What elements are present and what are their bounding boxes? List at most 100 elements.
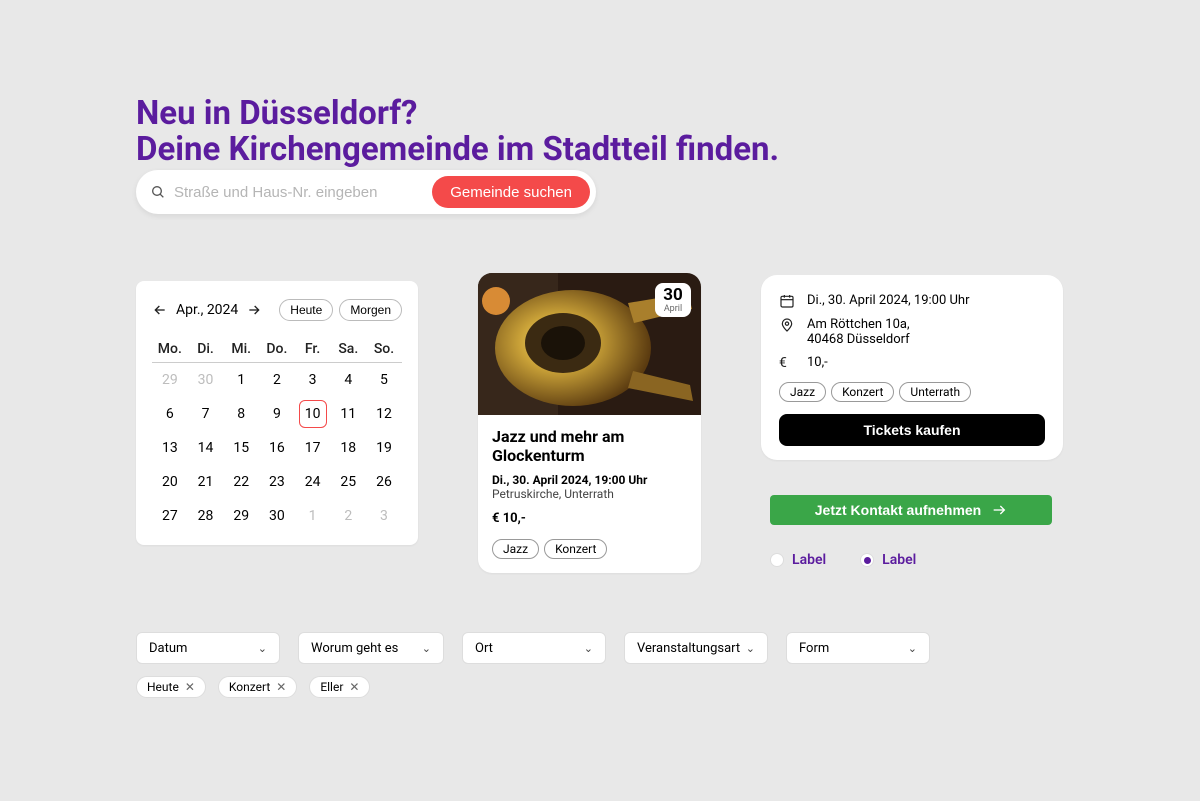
calendar-day[interactable]: 1 xyxy=(223,363,259,397)
filter-select[interactable]: Veranstaltungsart⌄ xyxy=(624,632,768,664)
event-date-badge: 30 April xyxy=(655,283,691,317)
radio-group: Label Label xyxy=(770,552,916,568)
calendar-day[interactable]: 2 xyxy=(330,499,366,533)
headline-line-1: Neu in Düsseldorf? xyxy=(136,96,779,132)
calendar-day[interactable]: 16 xyxy=(259,431,295,465)
calendar-day[interactable]: 10 xyxy=(295,397,331,431)
page-headline: Neu in Düsseldorf? Deine Kirchengemeinde… xyxy=(136,96,779,169)
calendar-day[interactable]: 17 xyxy=(295,431,331,465)
calendar-day[interactable]: 15 xyxy=(223,431,259,465)
calendar-day[interactable]: 3 xyxy=(366,499,402,533)
filter-chip[interactable]: Eller✕ xyxy=(309,676,370,698)
calendar-day[interactable]: 14 xyxy=(188,431,224,465)
weekday-header: Di. xyxy=(188,335,224,363)
remove-chip-icon[interactable]: ✕ xyxy=(185,680,195,694)
next-month-icon[interactable] xyxy=(246,302,262,318)
calendar-day[interactable]: 4 xyxy=(330,363,366,397)
event-price: € 10,- xyxy=(492,511,687,526)
event-tag[interactable]: Jazz xyxy=(492,539,539,559)
calendar-day[interactable]: 9 xyxy=(259,397,295,431)
headline-line-2: Deine Kirchengemeinde im Stadtteil finde… xyxy=(136,132,779,168)
address-input[interactable] xyxy=(174,184,432,201)
calendar-day[interactable]: 20 xyxy=(152,465,188,499)
search-parish-button[interactable]: Gemeinde suchen xyxy=(432,176,590,208)
calendar-day[interactable]: 24 xyxy=(295,465,331,499)
event-info-panel: Di., 30. April 2024, 19:00 Uhr Am Röttch… xyxy=(761,275,1063,460)
radio-icon xyxy=(770,553,784,567)
calendar-day[interactable]: 27 xyxy=(152,499,188,533)
chevron-down-icon: ⌄ xyxy=(584,642,593,655)
calendar-day[interactable]: 29 xyxy=(152,363,188,397)
weekday-header: Do. xyxy=(259,335,295,363)
info-tag[interactable]: Jazz xyxy=(779,382,826,402)
radio-icon xyxy=(860,553,874,567)
weekday-header: Mi. xyxy=(223,335,259,363)
badge-month: April xyxy=(655,304,691,314)
calendar-day[interactable]: 5 xyxy=(366,363,402,397)
calendar-day[interactable]: 18 xyxy=(330,431,366,465)
weekday-header: Fr. xyxy=(295,335,331,363)
calendar-day[interactable]: 29 xyxy=(223,499,259,533)
filter-select[interactable]: Worum geht es⌄ xyxy=(298,632,444,664)
event-card[interactable]: 30 April Jazz und mehr am Glockenturm Di… xyxy=(478,273,701,573)
prev-month-icon[interactable] xyxy=(152,302,168,318)
filter-label: Ort xyxy=(475,641,493,656)
filter-chip[interactable]: Konzert✕ xyxy=(218,676,297,698)
active-filter-chips: Heute✕ Konzert✕ Eller✕ xyxy=(136,676,370,698)
euro-icon: € xyxy=(779,355,797,371)
calendar-day[interactable]: 11 xyxy=(330,397,366,431)
calendar-day[interactable]: 8 xyxy=(223,397,259,431)
calendar-day[interactable]: 30 xyxy=(188,363,224,397)
parish-search-bar: Gemeinde suchen xyxy=(136,170,596,214)
calendar-icon xyxy=(779,293,797,309)
location-pin-icon xyxy=(779,317,797,333)
filter-label: Datum xyxy=(149,641,187,656)
radio-option-a[interactable]: Label xyxy=(770,552,826,568)
info-tag[interactable]: Unterrath xyxy=(899,382,971,402)
weekday-header: Sa. xyxy=(330,335,366,363)
calendar-grid: Mo.Di.Mi.Do.Fr.Sa.So. 293012345678910111… xyxy=(152,335,402,533)
contact-button-label: Jetzt Kontakt aufnehmen xyxy=(815,502,981,518)
buy-tickets-button[interactable]: Tickets kaufen xyxy=(779,414,1045,446)
event-title: Jazz und mehr am Glockenturm xyxy=(492,427,687,465)
remove-chip-icon[interactable]: ✕ xyxy=(276,680,286,694)
calendar-day[interactable]: 2 xyxy=(259,363,295,397)
calendar-day[interactable]: 6 xyxy=(152,397,188,431)
event-datetime: Di., 30. April 2024, 19:00 Uhr xyxy=(492,473,687,487)
weekday-header: Mo. xyxy=(152,335,188,363)
chevron-down-icon: ⌄ xyxy=(908,642,917,655)
calendar-day[interactable]: 26 xyxy=(366,465,402,499)
filter-select[interactable]: Form⌄ xyxy=(786,632,930,664)
calendar-day[interactable]: 19 xyxy=(366,431,402,465)
remove-chip-icon[interactable]: ✕ xyxy=(349,680,359,694)
info-price: 10,- xyxy=(807,355,828,370)
event-location: Petruskirche, Unterrath xyxy=(492,487,687,501)
month-label: Apr., 2024 xyxy=(176,302,238,318)
info-tags: JazzKonzertUnterrath xyxy=(779,381,1045,402)
calendar-day[interactable]: 3 xyxy=(295,363,331,397)
tomorrow-button[interactable]: Morgen xyxy=(339,299,402,321)
calendar-day[interactable]: 25 xyxy=(330,465,366,499)
contact-now-button[interactable]: Jetzt Kontakt aufnehmen xyxy=(770,495,1052,525)
calendar-day[interactable]: 23 xyxy=(259,465,295,499)
badge-day: 30 xyxy=(655,287,691,304)
calendar-day[interactable]: 13 xyxy=(152,431,188,465)
chevron-down-icon: ⌄ xyxy=(746,642,755,655)
event-tags: JazzKonzert xyxy=(492,538,687,559)
info-tag[interactable]: Konzert xyxy=(831,382,894,402)
calendar-day[interactable]: 28 xyxy=(188,499,224,533)
calendar-day[interactable]: 21 xyxy=(188,465,224,499)
today-button[interactable]: Heute xyxy=(279,299,333,321)
filter-chip[interactable]: Heute✕ xyxy=(136,676,206,698)
calendar-day[interactable]: 30 xyxy=(259,499,295,533)
event-tag[interactable]: Konzert xyxy=(544,539,607,559)
filter-select[interactable]: Datum ⌄ xyxy=(136,632,280,664)
radio-option-b[interactable]: Label xyxy=(860,552,916,568)
calendar-day[interactable]: 7 xyxy=(188,397,224,431)
filter-select[interactable]: Ort ⌄ xyxy=(462,632,606,664)
calendar-day[interactable]: 22 xyxy=(223,465,259,499)
arrow-right-icon xyxy=(991,502,1007,518)
calendar-day[interactable]: 1 xyxy=(295,499,331,533)
calendar-day[interactable]: 12 xyxy=(366,397,402,431)
chevron-down-icon: ⌄ xyxy=(258,642,267,655)
